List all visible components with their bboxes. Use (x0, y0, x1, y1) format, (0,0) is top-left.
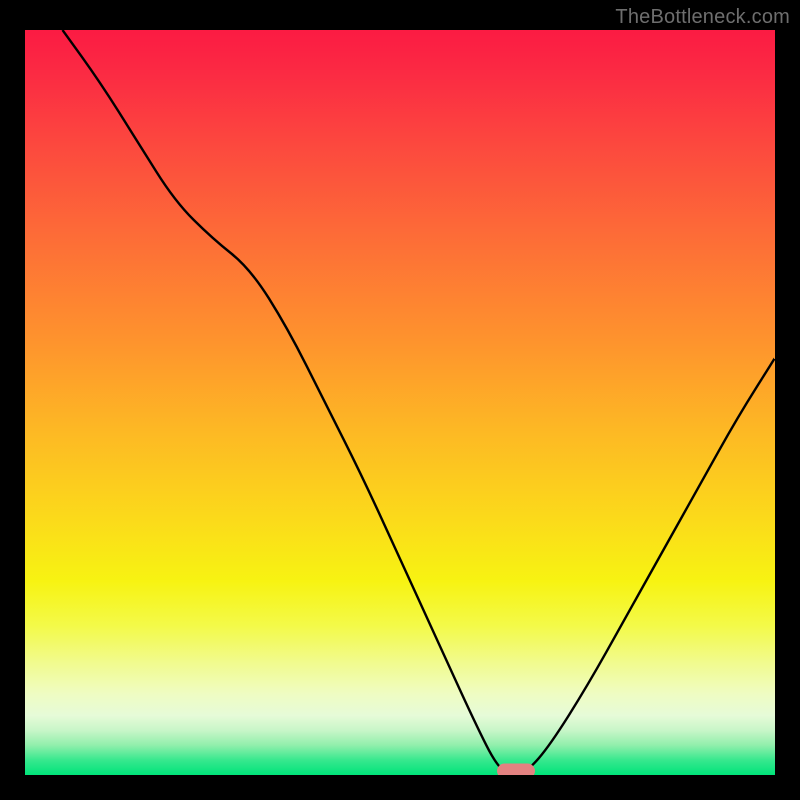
optimal-marker (497, 764, 535, 775)
chart-frame: TheBottleneck.com (0, 0, 800, 800)
watermark-text: TheBottleneck.com (615, 6, 790, 29)
plot-area (25, 30, 775, 775)
bottleneck-curve-path (63, 30, 776, 774)
bottleneck-curve (25, 30, 775, 775)
